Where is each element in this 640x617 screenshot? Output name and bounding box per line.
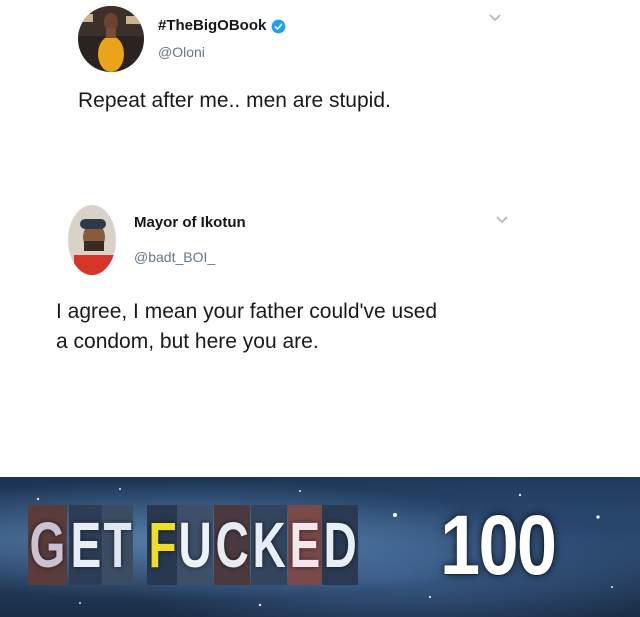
tweet2-text-line1: I agree, I mean your father could've use… [56, 300, 438, 323]
mlg-letter: E [288, 505, 322, 585]
tweet2-avatar[interactable] [68, 205, 116, 275]
tweet2-chevron-down-icon[interactable] [495, 215, 509, 225]
tweet2-handle[interactable]: @badt_BOI_ [134, 247, 246, 267]
tweet1-display-name[interactable]: #TheBigOBook [158, 16, 266, 36]
tweet1-text: Repeat after me.. men are stupid. [78, 89, 391, 112]
verified-badge-icon [271, 19, 286, 33]
mlg-score: 100 [440, 498, 557, 592]
tweet2-text: I agree, I mean your father could've use… [56, 297, 437, 357]
mlg-letter: U [176, 505, 213, 585]
mlg-letter: K [251, 505, 288, 585]
meme-page: #TheBigOBook @Oloni Repeat after me.. me… [0, 0, 640, 617]
tweet2-text-line2: a condom, but here you are. [56, 330, 319, 353]
mlg-text: GETFUCKED [28, 505, 359, 585]
mlg-letter: E [68, 505, 103, 585]
tweet1-chevron-down-icon[interactable] [488, 13, 502, 23]
mlg-letter: G [28, 505, 67, 585]
tweet1-header: #TheBigOBook @Oloni [78, 6, 286, 72]
tweet1-handle[interactable]: @Oloni [158, 42, 286, 62]
mlg-letter: C [213, 505, 251, 585]
mlg-banner: GETFUCKED 100 [0, 477, 640, 617]
tweet2-display-name[interactable]: Mayor of Ikotun [134, 213, 246, 233]
tweet2-header: Mayor of Ikotun @badt_BOI_ [68, 205, 246, 275]
tweet1-avatar[interactable] [78, 6, 144, 72]
mlg-letter: D [322, 505, 359, 585]
mlg-letter: F [146, 505, 178, 585]
mlg-letter: T [102, 505, 134, 585]
